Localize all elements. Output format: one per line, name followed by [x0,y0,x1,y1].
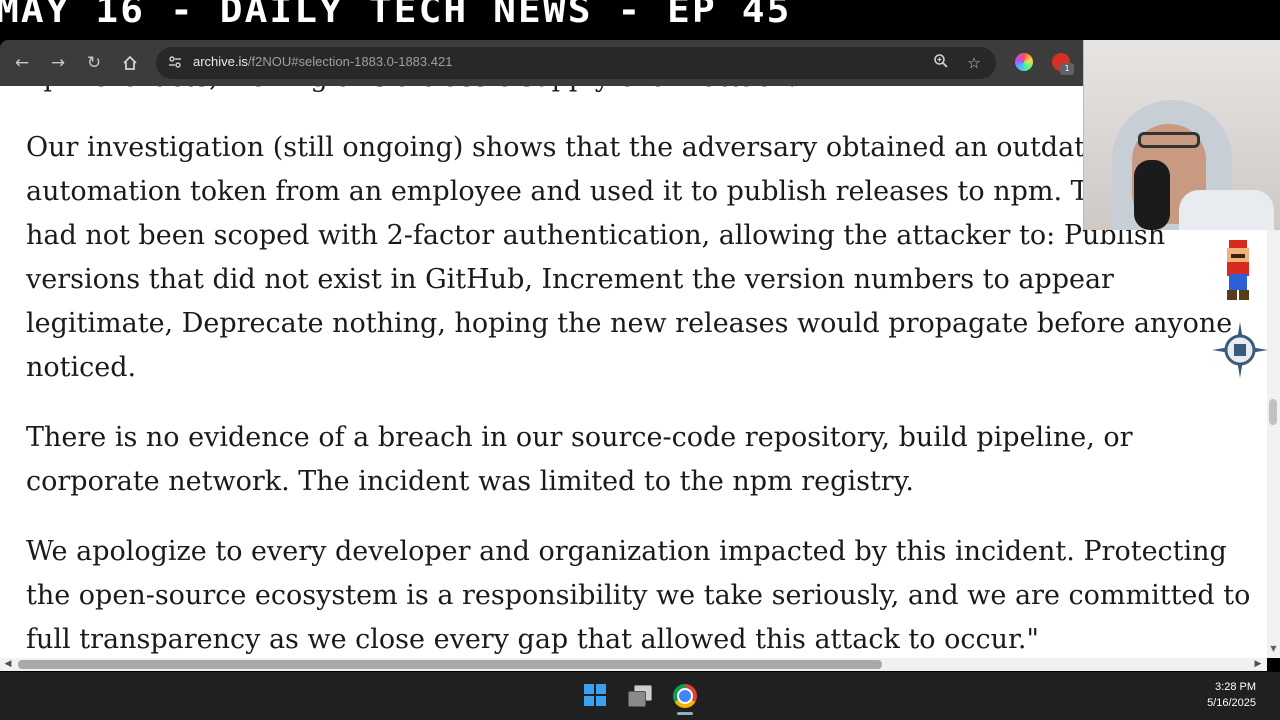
article-paragraph: We apologize to every developer and orga… [26,536,1251,655]
zoom-icon[interactable] [931,53,951,73]
back-icon[interactable]: ← [9,50,35,76]
webcam-overlay [1083,40,1280,230]
chrome-taskbar-icon[interactable] [673,684,697,708]
scroll-right-arrow-icon[interactable]: ▶ [1252,658,1264,671]
web-page: npm artifacts, making this a classic sup… [0,86,1267,658]
compass-logo-icon [1212,322,1268,378]
url-host: archive.is [193,54,248,69]
webcam-microphone [1134,160,1170,230]
vertical-scroll-thumb[interactable] [1269,399,1277,425]
bookmark-star-icon[interactable]: ☆ [964,53,984,73]
extension-badge: 1 [1060,63,1074,75]
system-clock[interactable]: 3:28 PM 5/16/2025 [1190,679,1256,711]
home-icon[interactable] [117,50,143,76]
extension-icon[interactable] [1015,53,1033,71]
site-info-icon[interactable] [166,54,184,72]
horizontal-scroll-thumb[interactable] [18,660,882,669]
webcam-glasses [1138,132,1200,148]
webcam-shirt [1179,190,1274,230]
scroll-down-arrow-icon[interactable]: ▼ [1267,644,1280,656]
address-bar[interactable]: archive.is/f2NOU#selection-1883.0-1883.4… [156,47,996,79]
windows-start-icon[interactable] [584,684,606,706]
article-top-line: npm artifacts, making this a classic sup… [26,86,1266,100]
article-body: npm artifacts, making this a classic sup… [26,86,1266,658]
stream-banner: MAY 16 - DAILY TECH NEWS - EP 45 [0,0,1280,40]
url-path: /f2NOU#selection-1883.0-1883.421 [247,54,453,69]
active-app-indicator [677,712,693,715]
banner-title: MAY 16 - DAILY TECH NEWS - EP 45 [0,0,792,31]
scroll-left-arrow-icon[interactable]: ◀ [2,658,14,671]
forward-icon[interactable]: → [45,50,71,76]
article-paragraph: Our investigation (still ongoing) shows … [26,132,1233,383]
task-view-icon[interactable] [628,685,652,707]
article-paragraph: There is no evidence of a breach in our … [26,422,1133,497]
mario-sprite-icon [1227,240,1249,300]
url-text[interactable]: archive.is/f2NOU#selection-1883.0-1883.4… [193,54,452,69]
clock-time: 3:28 PM [1215,681,1256,693]
clock-date: 5/16/2025 [1207,697,1256,709]
reload-icon[interactable]: ↻ [81,50,107,76]
